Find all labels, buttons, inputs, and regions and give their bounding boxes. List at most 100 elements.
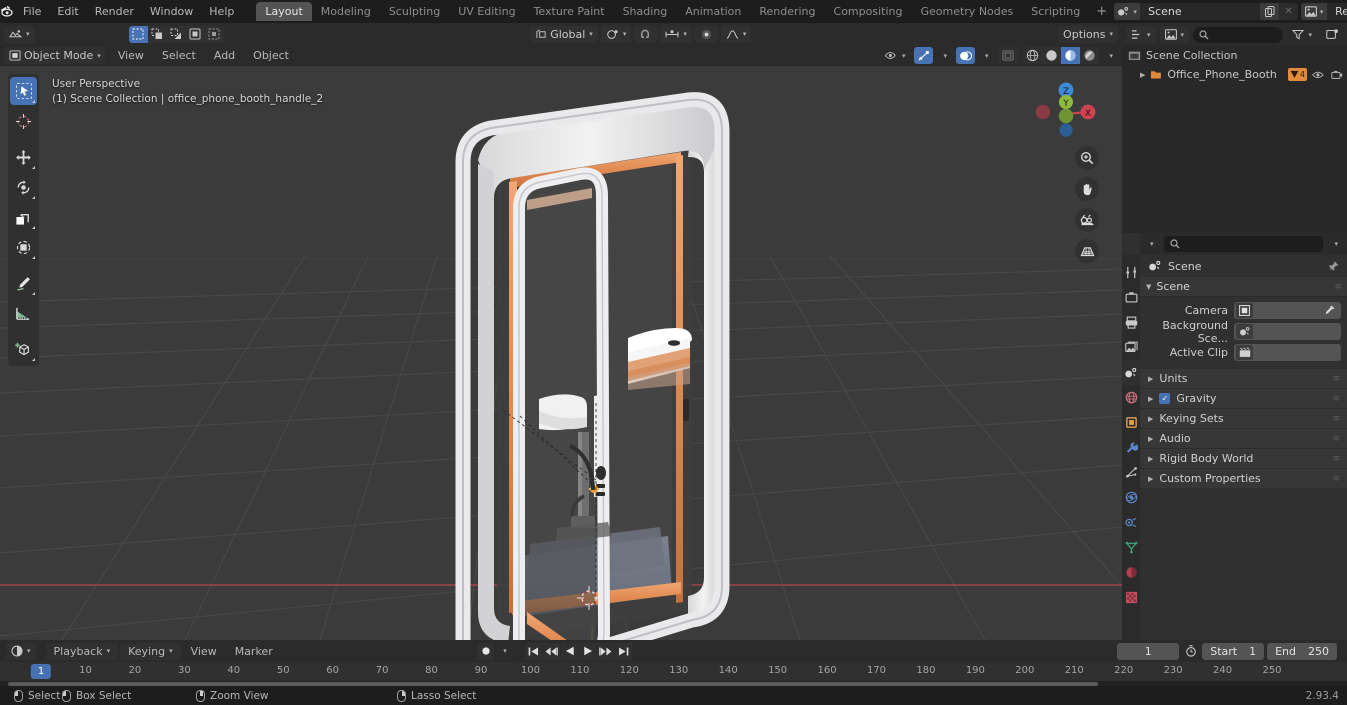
snap-magnet-toggle[interactable]	[634, 25, 658, 43]
menu-edit[interactable]: Edit	[49, 2, 86, 21]
output-tab[interactable]	[1122, 310, 1140, 335]
workspace-tab-modeling[interactable]: Modeling	[312, 2, 380, 21]
expand-arrow-icon[interactable]: ▶	[1140, 71, 1145, 79]
camera-view-button[interactable]	[1075, 208, 1099, 232]
menu-help[interactable]: Help	[201, 2, 242, 21]
workspace-tab-geometry-nodes[interactable]: Geometry Nodes	[911, 2, 1022, 21]
viewport-menu-object[interactable]: Object	[245, 46, 297, 65]
workspace-tab-compositing[interactable]: Compositing	[825, 2, 912, 21]
blender-logo-icon[interactable]	[0, 0, 15, 23]
add-workspace-button[interactable]: +	[1089, 1, 1114, 22]
timeline-playhead[interactable]: 1	[30, 664, 52, 679]
viewport-menu-add[interactable]: Add	[206, 46, 243, 65]
zoom-view-button[interactable]	[1075, 146, 1099, 170]
scene-panel-header[interactable]: ▼ Scene ≡	[1140, 277, 1347, 297]
render-tab[interactable]	[1122, 285, 1140, 310]
gizmo-dropdown[interactable]: ▾	[937, 47, 952, 64]
viewport-options-button[interactable]: Options ▾	[1058, 25, 1119, 43]
workspace-tab-sculpting[interactable]: Sculpting	[380, 2, 449, 21]
object-tab[interactable]	[1122, 410, 1140, 435]
measure-tool[interactable]	[10, 299, 37, 327]
snap-target-selector[interactable]: ▾	[660, 25, 692, 43]
tweak-select-tool[interactable]	[10, 77, 37, 105]
pan-hand-button[interactable]	[1075, 177, 1099, 201]
menu-window[interactable]: Window	[142, 2, 201, 21]
use-preview-range-button[interactable]	[1182, 643, 1199, 660]
scene-tab[interactable]	[1122, 360, 1140, 385]
cursor-tool[interactable]	[10, 107, 37, 135]
modifier-tab[interactable]	[1122, 435, 1140, 460]
unlink-scene-button[interactable]: ✕	[1279, 3, 1299, 20]
panel-checkbox[interactable]: ✓	[1159, 393, 1171, 404]
properties-editor-type-selector[interactable]: ▾	[1144, 236, 1159, 253]
select-box-mode-button[interactable]	[128, 25, 148, 43]
current-frame-field[interactable]: 1	[1117, 642, 1180, 660]
wireframe-shading-button[interactable]	[1023, 47, 1043, 64]
new-scene-button[interactable]	[1260, 3, 1280, 20]
transform-tool[interactable]	[10, 233, 37, 261]
timeline-menu-playback[interactable]: Playback ▾	[45, 642, 119, 660]
menu-file[interactable]: File	[15, 2, 49, 21]
object-type-visibility-button[interactable]: ▾	[879, 47, 911, 64]
panel-gravity[interactable]: ▶ ✓ Gravity ≡	[1140, 389, 1347, 409]
select-intersect-mode-button[interactable]	[204, 25, 224, 43]
tool-tab[interactable]	[1122, 260, 1140, 285]
panel-custom-properties[interactable]: ▶ Custom Properties ≡	[1140, 469, 1347, 489]
object-mode-selector[interactable]: Object Mode ▾	[4, 47, 106, 64]
properties-search-input[interactable]	[1163, 236, 1324, 252]
select-extend-mode-button[interactable]	[147, 25, 167, 43]
start-frame-value[interactable]: 1	[1249, 645, 1256, 658]
panel-units[interactable]: ▶ Units ≡	[1140, 369, 1347, 389]
end-frame-field[interactable]: End 250	[1267, 642, 1337, 660]
eyedropper-icon[interactable]	[1324, 305, 1339, 316]
timeline-editor-type-selector[interactable]: ▾	[6, 642, 36, 660]
add-cube-tool[interactable]	[10, 335, 37, 363]
workspace-tab-rendering[interactable]: Rendering	[750, 2, 824, 21]
texture-tab[interactable]	[1122, 585, 1140, 610]
jump-to-end-button[interactable]	[615, 642, 632, 660]
timeline-menu-marker[interactable]: Marker	[227, 642, 281, 661]
previous-keyframe-button[interactable]	[543, 642, 560, 660]
rotate-tool[interactable]	[10, 173, 37, 201]
properties-options-dropdown[interactable]: ▾	[1328, 236, 1343, 253]
outliner-display-mode-selector[interactable]: ▾	[1159, 26, 1190, 43]
outliner-search-input[interactable]	[1193, 26, 1284, 43]
panel-keying-sets[interactable]: ▶ Keying Sets ≡	[1140, 409, 1347, 429]
transform-orientation-selector[interactable]: Global ▾	[530, 25, 598, 43]
pivot-point-selector[interactable]: ▾	[600, 25, 632, 43]
outliner-row[interactable]: ▶ Office_Phone_Booth 4	[1122, 65, 1347, 84]
toggle-perspective-button[interactable]	[1075, 239, 1099, 263]
scale-tool[interactable]	[10, 203, 37, 231]
viewlayer-name-field[interactable]: RenderLayer	[1327, 3, 1347, 20]
editor-type-selector[interactable]: ▾	[4, 25, 35, 43]
scene-name-field[interactable]: Scene	[1140, 3, 1261, 20]
scene-selector[interactable]: ▾ Scene ✕	[1114, 3, 1299, 20]
show-gizmo-button[interactable]	[914, 47, 934, 64]
workspace-tab-layout[interactable]: Layout	[256, 2, 312, 21]
rendered-shading-button[interactable]	[1080, 47, 1100, 64]
material-preview-shading-button[interactable]	[1061, 47, 1081, 64]
xray-toggle-button[interactable]	[997, 47, 1020, 64]
play-button[interactable]	[579, 642, 596, 660]
solid-shading-button[interactable]	[1042, 47, 1062, 64]
constraints-tab[interactable]	[1122, 510, 1140, 535]
modifier-count-badge[interactable]: 4	[1287, 68, 1307, 81]
jump-to-start-button[interactable]	[525, 642, 542, 660]
world-tab[interactable]	[1122, 385, 1140, 410]
workspace-tab-scripting[interactable]: Scripting	[1022, 2, 1089, 21]
outliner-new-collection-button[interactable]	[1321, 26, 1343, 43]
select-subtract-mode-button[interactable]	[166, 25, 186, 43]
proportional-falloff-selector[interactable]: ▾	[720, 25, 752, 43]
workspace-tab-shading[interactable]: Shading	[614, 2, 677, 21]
property-field[interactable]	[1234, 344, 1341, 361]
annotate-tool[interactable]	[10, 269, 37, 297]
timeline-menu-keying[interactable]: Keying ▾	[120, 642, 181, 660]
end-frame-value[interactable]: 250	[1308, 645, 1329, 658]
particles-tab[interactable]	[1122, 460, 1140, 485]
viewport-menu-view[interactable]: View	[110, 46, 152, 65]
material-tab[interactable]	[1122, 560, 1140, 585]
viewport-menu-select[interactable]: Select	[154, 46, 204, 65]
outliner-row[interactable]: Scene Collection	[1122, 46, 1347, 65]
next-keyframe-button[interactable]	[597, 642, 614, 660]
workspace-tab-uv-editing[interactable]: UV Editing	[449, 2, 524, 21]
